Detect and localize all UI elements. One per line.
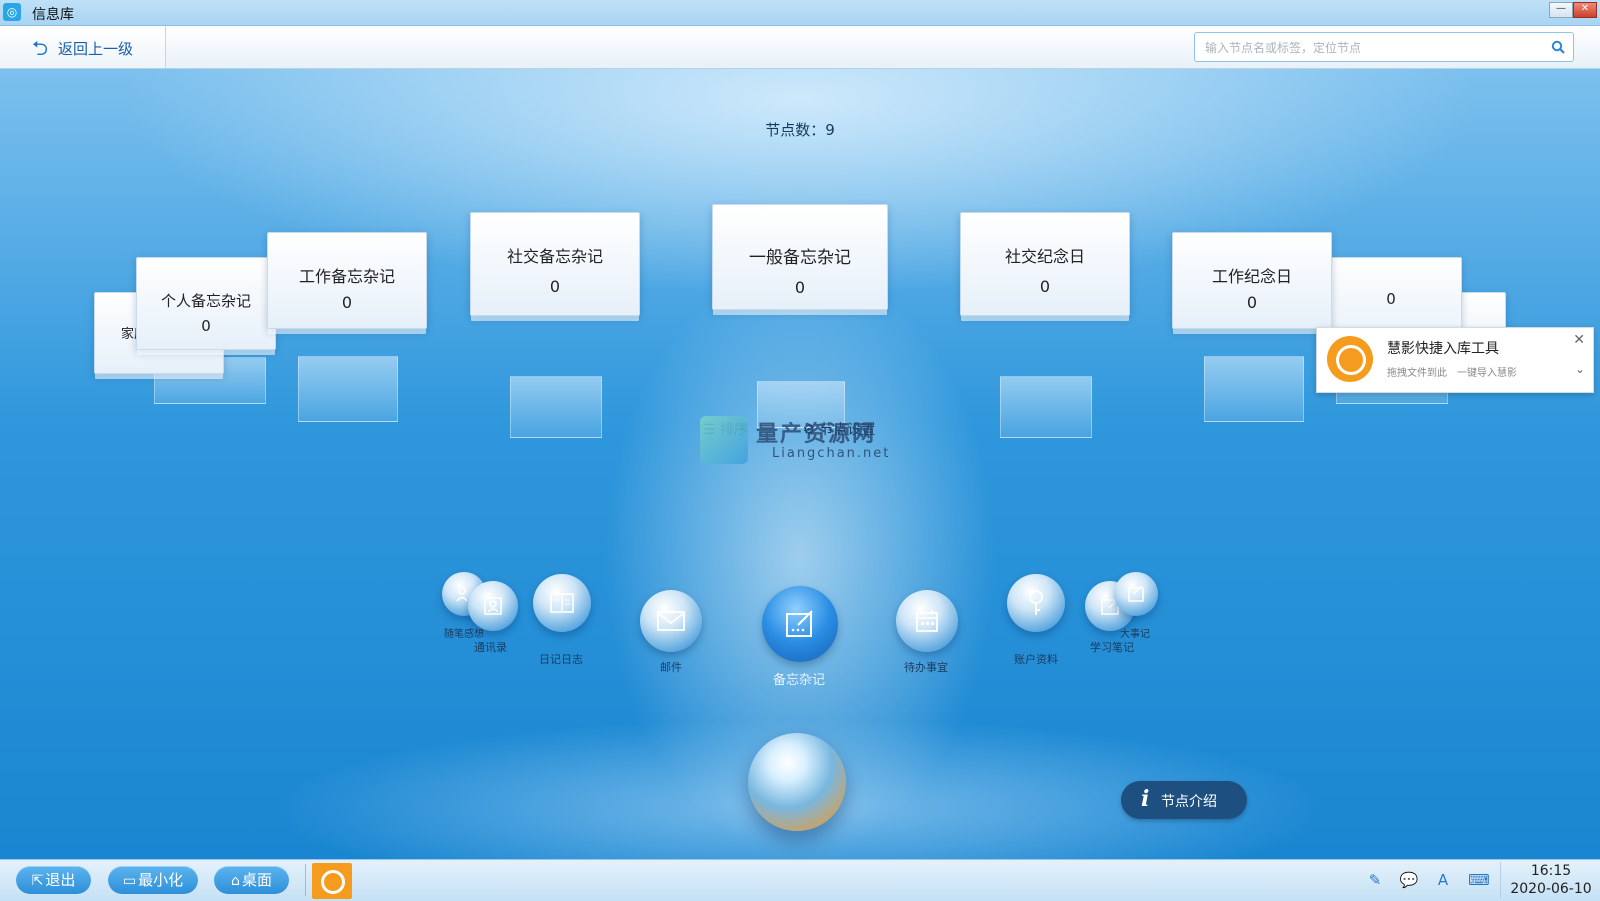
popup-close-icon[interactable]: ✕ bbox=[1573, 332, 1585, 348]
bubble-label: 日记日志 bbox=[539, 653, 583, 666]
node-card-name: 工作纪念日 bbox=[1211, 267, 1292, 286]
window-close-button[interactable]: ✕ bbox=[1573, 2, 1597, 18]
node-card-count: 0 bbox=[549, 277, 561, 296]
window-title: 信息库 bbox=[32, 7, 74, 23]
minimize-label: 最小化 bbox=[138, 871, 184, 889]
chat-icon[interactable]: 💬 bbox=[1398, 870, 1420, 890]
keyboard-icon[interactable]: ⌨ bbox=[1466, 870, 1492, 890]
memo-icon bbox=[786, 610, 813, 637]
node-card-work-memo[interactable]: 工作备忘杂记 0 bbox=[267, 232, 427, 329]
home-globe-icon[interactable] bbox=[748, 733, 846, 831]
home-icon: ⌂ bbox=[231, 873, 240, 889]
clock-time: 16:15 bbox=[1530, 863, 1572, 879]
bubble-accounts[interactable] bbox=[1007, 574, 1065, 632]
search-box bbox=[1194, 32, 1574, 62]
node-intro-label: 节点介绍 bbox=[1161, 794, 1217, 810]
node-card-social-anniversary[interactable]: 社交纪念日 0 bbox=[960, 212, 1130, 316]
monitor-icon: ▭ bbox=[122, 873, 137, 889]
popup-title: 慧影快捷入库工具 bbox=[1387, 341, 1499, 357]
node-card-count: 0 bbox=[1039, 277, 1051, 296]
node-card-name: 工作备忘杂记 bbox=[298, 267, 395, 286]
app-icon: ◎ bbox=[3, 3, 21, 21]
bubble-label: 待办事宜 bbox=[904, 661, 948, 674]
node-card-social-memo[interactable]: 社交备忘杂记 0 bbox=[470, 212, 640, 316]
card-reflection bbox=[298, 356, 398, 422]
node-card-general-memo[interactable]: 一般备忘杂记 0 bbox=[712, 204, 888, 310]
bubble-mail[interactable] bbox=[640, 590, 702, 652]
back-button[interactable]: ⮌ 返回上一级 bbox=[0, 26, 166, 68]
minimize-button[interactable]: ▭ 最小化 bbox=[108, 866, 198, 894]
bubble-label: 随笔感想 bbox=[444, 629, 484, 640]
node-intro-button[interactable]: i 节点介绍 bbox=[1121, 781, 1247, 819]
mail-icon bbox=[657, 611, 685, 631]
desktop-button[interactable]: ⌂ 桌面 bbox=[214, 866, 289, 894]
clock-date: 2020-06-10 bbox=[1510, 881, 1592, 897]
diary-icon bbox=[550, 593, 574, 613]
quick-import-popup[interactable]: 慧影快捷入库工具 拖拽文件到此 一键导入慧影 ✕ ⌄ bbox=[1316, 327, 1594, 393]
bubble-label: 通讯录 bbox=[474, 641, 507, 654]
node-count: 节点数：9 bbox=[765, 121, 835, 139]
taskbar-separator bbox=[305, 864, 306, 896]
watermark-text: 量产资源网 bbox=[756, 422, 877, 447]
bubble-memo[interactable] bbox=[762, 586, 838, 662]
node-card-personal-memo[interactable]: 个人备忘杂记 0 bbox=[136, 257, 276, 350]
popup-subtitle: 拖拽文件到此 一键导入慧影 bbox=[1387, 368, 1517, 379]
bubble-chronicle[interactable] bbox=[1114, 572, 1158, 616]
toolbar: ⮌ 返回上一级 bbox=[0, 26, 1600, 69]
huiying-logo-icon bbox=[1327, 336, 1373, 382]
exit-label: 退出 bbox=[45, 871, 76, 889]
node-card-work-anniversary[interactable]: 工作纪念日 0 bbox=[1172, 232, 1332, 329]
window-titlebar: ◎ 信息库 — ✕ bbox=[0, 0, 1600, 26]
node-card-name: 个人备忘杂记 bbox=[160, 292, 251, 310]
bubble-label: 账户资料 bbox=[1014, 653, 1058, 666]
key-icon bbox=[1029, 590, 1043, 615]
calendar-icon bbox=[916, 610, 938, 632]
clock: 16:15 2020-06-10 bbox=[1500, 862, 1600, 898]
bubble-todo[interactable] bbox=[896, 590, 958, 652]
taskbar: ⇱ 退出 ▭ 最小化 ⌂ 桌面 ✎ 💬 A ⌨ 16:15 2020-06-10 bbox=[0, 859, 1600, 901]
search-input[interactable] bbox=[1203, 38, 1542, 58]
node-card-name: 社交纪念日 bbox=[1004, 247, 1085, 266]
watermark: 量产资源网 Liangchan.net bbox=[700, 416, 910, 468]
back-button-label: 返回上一级 bbox=[58, 40, 134, 58]
back-arrow-icon: ⮌ bbox=[32, 36, 49, 60]
chevron-down-icon[interactable]: ⌄ bbox=[1575, 362, 1585, 376]
watermark-domain: Liangchan.net bbox=[772, 446, 891, 461]
bubble-label: 大事记 bbox=[1120, 629, 1150, 640]
card-reflection bbox=[1000, 376, 1092, 438]
window-minimize-button[interactable]: — bbox=[1549, 2, 1573, 18]
bubble-diary[interactable] bbox=[533, 574, 591, 632]
node-card-count: 0 bbox=[201, 317, 211, 335]
node-card-count: 0 bbox=[341, 293, 353, 312]
info-icon: i bbox=[1141, 786, 1150, 812]
exit-button[interactable]: ⇱ 退出 bbox=[16, 866, 91, 894]
bubble-label: 备忘杂记 bbox=[773, 673, 826, 688]
bubble-label: 学习笔记 bbox=[1090, 641, 1134, 654]
chronicle-icon bbox=[1128, 585, 1144, 602]
contacts-icon bbox=[484, 597, 502, 615]
exit-icon: ⇱ bbox=[31, 873, 44, 889]
bubble-contacts[interactable] bbox=[468, 581, 518, 631]
huiying-app-button[interactable] bbox=[312, 863, 352, 899]
input-method-icon[interactable]: A bbox=[1432, 870, 1454, 890]
card-reflection bbox=[1204, 356, 1304, 422]
node-card-name: 一般备忘杂记 bbox=[749, 248, 851, 268]
desktop-label: 桌面 bbox=[241, 871, 272, 889]
node-card-count: 0 bbox=[794, 278, 806, 297]
main-stage: 节点数：9 家庭 日 个人备忘杂记 0 0 工作备忘杂记 0 社交备忘杂记 0 … bbox=[0, 69, 1600, 859]
search-icon[interactable] bbox=[1551, 39, 1565, 58]
edit-icon[interactable]: ✎ bbox=[1364, 870, 1386, 890]
node-card-name: 社交备忘杂记 bbox=[506, 247, 603, 266]
card-reflection bbox=[510, 376, 602, 438]
bubble-label: 邮件 bbox=[660, 661, 682, 674]
node-card-count: 0 bbox=[1246, 293, 1258, 312]
watermark-logo bbox=[700, 416, 748, 464]
node-card-count: 0 bbox=[1386, 290, 1396, 308]
